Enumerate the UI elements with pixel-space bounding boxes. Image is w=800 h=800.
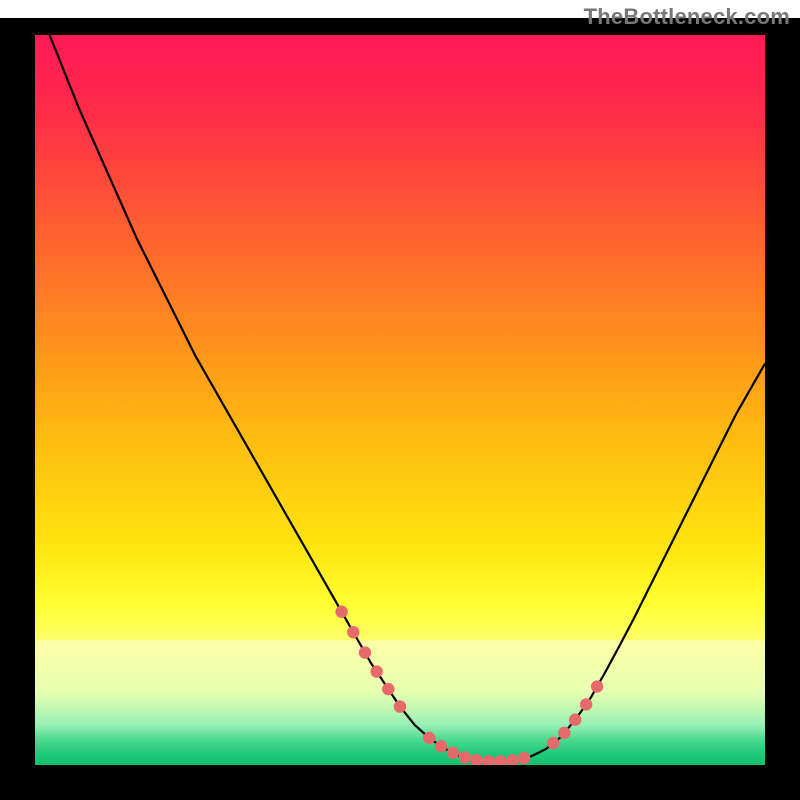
highlight-dot bbox=[347, 626, 359, 638]
gradient-background bbox=[35, 35, 765, 765]
highlight-dot bbox=[382, 683, 394, 695]
highlight-dot bbox=[359, 646, 371, 658]
highlight-dot bbox=[423, 732, 435, 744]
highlight-dot bbox=[558, 727, 570, 739]
highlight-dot bbox=[591, 680, 603, 692]
highlight-dot bbox=[370, 665, 382, 677]
highlight-dot bbox=[447, 747, 459, 759]
highlight-dot bbox=[518, 752, 530, 764]
highlight-dot bbox=[459, 751, 471, 763]
highlight-dot bbox=[394, 700, 406, 712]
watermark-text: TheBottleneck.com bbox=[584, 4, 790, 30]
bottleneck-chart bbox=[35, 35, 765, 765]
highlight-dot bbox=[335, 606, 347, 618]
plot-area bbox=[35, 35, 765, 765]
highlight-dot bbox=[435, 740, 447, 752]
highlight-dot bbox=[580, 698, 592, 710]
highlight-dot bbox=[547, 737, 559, 749]
chart-frame bbox=[0, 18, 800, 800]
highlight-dot bbox=[569, 714, 581, 726]
